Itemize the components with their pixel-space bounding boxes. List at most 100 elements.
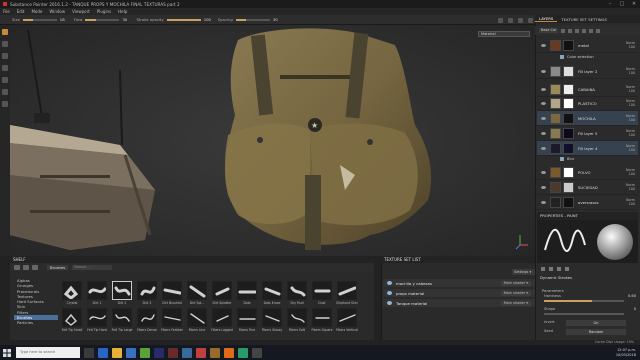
viewport-mode-select[interactable]: Material (478, 31, 530, 37)
menu-window[interactable]: Window (49, 9, 65, 14)
eye-icon[interactable] (387, 291, 392, 295)
add-fill-layer-icon[interactable] (575, 28, 580, 33)
size-value[interactable]: 18 (60, 17, 68, 22)
eye-icon[interactable] (541, 87, 546, 91)
layer-row[interactable]: metal Norm 100 (537, 38, 638, 53)
brush-preset[interactable]: Dirt 3 (135, 281, 159, 308)
layer-mask-thumbnail[interactable] (563, 127, 574, 139)
brush-preset[interactable]: Fibers Line (185, 308, 209, 335)
eye-icon[interactable] (541, 69, 546, 73)
hardness-slider[interactable] (544, 300, 624, 302)
eye-icon[interactable] (387, 301, 392, 305)
category-particles[interactable]: Particles (14, 320, 58, 325)
shelf-search-input[interactable]: Search... (72, 264, 113, 270)
layer-row[interactable]: PLASTICO Norm 100 (537, 96, 638, 111)
layer-blend[interactable]: Norm 100 (626, 183, 635, 191)
eye-icon[interactable] (541, 116, 546, 120)
add-effect-icon[interactable] (561, 28, 566, 33)
minimize-button[interactable]: – (604, 1, 616, 7)
delete-icon[interactable] (596, 28, 601, 33)
app-icon-green[interactable] (238, 347, 248, 358)
texture-set-settings-button[interactable]: Settings ▾ (512, 269, 536, 275)
flow-slider[interactable] (85, 18, 120, 21)
task-view-icon[interactable] (84, 347, 94, 358)
layer-row[interactable]: SUCIEDAD Norm 100 (537, 180, 638, 195)
brush-preset[interactable]: Fibers Vertical (335, 308, 359, 335)
app-icon-orange[interactable] (210, 347, 220, 358)
layer-blend[interactable]: Norm 100 (626, 99, 635, 107)
stroke-opacity-slider[interactable] (166, 18, 201, 21)
projection-icon[interactable] (2, 53, 8, 59)
eye-icon[interactable] (387, 281, 392, 285)
taskbar-clock[interactable]: 12:07 p.m. 10/03/2018 (616, 348, 636, 357)
texture-set-row[interactable]: mochila y cabezas Main shader ▾ (383, 279, 535, 287)
tab-texture-set-settings[interactable]: TEXTURE SET SETTINGS (557, 17, 611, 22)
brush-preset[interactable]: Fibers Soft (285, 308, 309, 335)
brush-preset[interactable]: Crystal (60, 281, 84, 308)
menu-viewport[interactable]: Viewport (72, 9, 90, 14)
layer-mask-thumbnail[interactable] (563, 112, 574, 124)
menu-file[interactable]: File (3, 9, 10, 14)
brush-preset[interactable]: Dirt Splatter (210, 281, 234, 308)
spacing-slider[interactable] (235, 18, 270, 21)
brush-preset[interactable]: Dirt Brushed (160, 281, 184, 308)
layer-row[interactable]: MOCHILA Norm 100 (537, 111, 638, 126)
screenshot-icon[interactable] (517, 17, 523, 23)
flow-value[interactable]: 30 (122, 17, 130, 22)
eye-icon[interactable] (541, 101, 546, 105)
stencil-icon[interactable] (557, 266, 561, 271)
store-icon[interactable] (126, 347, 136, 358)
app-icon-orange2[interactable] (224, 347, 234, 358)
layer-mask-thumbnail[interactable] (563, 83, 574, 95)
texture-set-row[interactable]: props material Main shader ▾ (383, 289, 535, 297)
layer-blend[interactable]: Norm 100 (626, 198, 635, 206)
checkbox-icon[interactable] (560, 55, 564, 59)
edge-icon[interactable] (98, 347, 108, 358)
polygon-fill-icon[interactable] (2, 65, 8, 71)
layer-row[interactable]: oversrasos Norm 100 (537, 195, 638, 210)
light-icon[interactable] (508, 17, 514, 23)
shape-slider[interactable] (544, 313, 624, 315)
import-icon[interactable] (23, 264, 29, 270)
tab-layers[interactable]: LAYERS (535, 16, 558, 22)
texture-set-row[interactable]: Tanque material Main shader ▾ (383, 299, 535, 307)
layer-row[interactable]: Fill layer 2 Norm 100 (537, 64, 638, 79)
add-mask-icon[interactable] (568, 28, 573, 33)
menu-edit[interactable]: Edit (17, 9, 25, 14)
settings-icon[interactable] (527, 17, 533, 23)
seed-random-button[interactable]: Random (566, 329, 626, 335)
brush-preset[interactable]: Dirt Spl... (185, 281, 209, 308)
layer-mask-thumbnail[interactable] (563, 181, 574, 193)
layer-blend[interactable]: Norm 100 (626, 144, 635, 152)
filter-icon[interactable] (32, 264, 38, 270)
add-layer-icon[interactable] (582, 28, 587, 33)
brush-preset[interactable]: Dots Erase (260, 281, 284, 308)
app-icon-dark[interactable] (252, 347, 262, 358)
shader-dropdown[interactable]: Main shader ▾ (500, 300, 531, 306)
layer-mask-thumbnail[interactable] (563, 65, 574, 77)
brush-preset[interactable]: Fibers Glossy (260, 308, 284, 335)
file-explorer-icon[interactable] (112, 347, 122, 358)
eye-icon[interactable] (541, 200, 546, 204)
layer-mask-thumbnail[interactable] (563, 142, 574, 154)
brush-preset[interactable]: Felt Tip Small (60, 308, 84, 335)
alpha-icon[interactable] (549, 266, 553, 271)
brush-preset[interactable]: Dry Mud (285, 281, 309, 308)
brush-preset[interactable]: Dirt 1 (85, 281, 109, 308)
eye-icon[interactable] (541, 131, 546, 135)
effect-blur[interactable]: Blur (560, 157, 574, 161)
shelf-filter-dropdown[interactable]: Brushes (47, 264, 69, 270)
clone-icon[interactable] (2, 89, 8, 95)
spacing-value[interactable]: 30 (273, 17, 281, 22)
menu-plugins[interactable]: Plugins (97, 9, 111, 14)
windows-start-icon[interactable] (0, 345, 14, 360)
brush-preset[interactable]: Felt Tip Large (110, 308, 134, 335)
brush-preset[interactable]: Fibers Feather (160, 308, 184, 335)
effect-color-selection[interactable]: Color selection (560, 55, 594, 59)
material-picker-icon[interactable] (2, 101, 8, 107)
brush-preset[interactable]: Dirt 2 (110, 281, 134, 308)
layer-mask-thumbnail[interactable] (563, 39, 574, 51)
eye-icon[interactable] (541, 146, 546, 150)
maximize-button[interactable]: □ (616, 1, 628, 7)
shape-value[interactable]: 0 (634, 307, 636, 311)
